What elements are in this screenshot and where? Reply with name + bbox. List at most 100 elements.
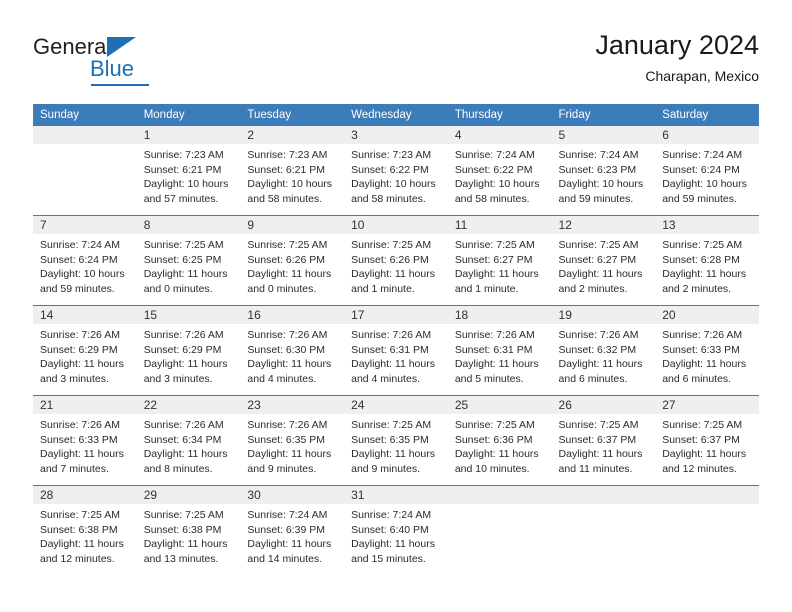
day-number: 31: [344, 486, 448, 504]
weekday-header-monday: Monday: [136, 104, 241, 126]
daylight-text: Daylight: 11 hours and 2 minutes.: [662, 268, 747, 295]
calendar-day-cell[interactable]: 3 Sunrise: 7:23 AM Sunset: 6:22 PM Daylight…: [344, 126, 448, 215]
sunrise-text: Sunrise: 7:24 AM: [662, 149, 743, 161]
calendar-day-cell[interactable]: 26 Sunrise: 7:25 AM Sunset: 6:37 PM Dayligh…: [551, 396, 656, 485]
calendar-day-cell[interactable]: 10 Sunrise: 7:25 AM Sunset: 6:26 PM Dayligh…: [344, 216, 448, 305]
day-number: 28: [33, 486, 137, 504]
day-number: 15: [136, 306, 241, 324]
sunset-text: Sunset: 6:35 PM: [247, 433, 326, 446]
logo-text-blue: Blue: [90, 56, 135, 81]
calendar-cell: 22 Sunrise: 7:26 AM Sunset: 6:34 PM Dayligh…: [136, 395, 241, 486]
daylight-text: Daylight: 11 hours and 0 minutes.: [247, 268, 332, 295]
daylight-text: Daylight: 11 hours and 5 minutes.: [454, 358, 539, 385]
calendar-cell: 21 Sunrise: 7:26 AM Sunset: 6:33 PM Dayligh…: [33, 395, 137, 486]
calendar-day-cell[interactable]: 15 Sunrise: 7:26 AM Sunset: 6:29 PM Dayligh…: [136, 306, 241, 395]
day-number: 10: [344, 216, 448, 234]
sunrise-text: Sunrise: 7:24 AM: [247, 509, 328, 521]
calendar-day-cell[interactable]: 4 Sunrise: 7:24 AM Sunset: 6:22 PM Daylight…: [447, 126, 552, 215]
page-header: General Blue January 2024 Charapan, Mexi…: [33, 28, 759, 96]
calendar-day-cell[interactable]: 7 Sunrise: 7:24 AM Sunset: 6:24 PM Daylight…: [33, 216, 137, 305]
sunset-text: Sunset: 6:29 PM: [40, 343, 118, 356]
day-number: 22: [136, 396, 241, 414]
page-subtitle: Charapan, Mexico: [645, 68, 759, 84]
calendar-day-cell[interactable]: 18 Sunrise: 7:26 AM Sunset: 6:31 PM Dayligh…: [447, 306, 552, 395]
calendar-day-cell[interactable]: 13 Sunrise: 7:25 AM Sunset: 6:28 PM Dayligh…: [655, 216, 759, 305]
sunset-text: Sunset: 6:26 PM: [247, 253, 326, 266]
sunrise-text: Sunrise: 7:25 AM: [662, 239, 743, 251]
calendar-day-cell[interactable]: 1 Sunrise: 7:23 AM Sunset: 6:21 PM Daylight…: [136, 126, 241, 215]
calendar-day-cell[interactable]: 9 Sunrise: 7:25 AM Sunset: 6:26 PM Daylight…: [240, 216, 345, 305]
day-number: 17: [344, 306, 448, 324]
day-info: Sunrise: 7:25 AM Sunset: 6:37 PM Daylight:…: [552, 414, 656, 476]
sunrise-text: Sunrise: 7:26 AM: [247, 329, 328, 341]
day-info: Sunrise: 7:26 AM Sunset: 6:29 PM Daylight:…: [137, 324, 241, 386]
sunrise-text: Sunrise: 7:26 AM: [351, 329, 432, 341]
calendar-day-cell[interactable]: 24 Sunrise: 7:25 AM Sunset: 6:35 PM Dayligh…: [344, 396, 448, 485]
calendar-day-cell[interactable]: 11 Sunrise: 7:25 AM Sunset: 6:27 PM Dayligh…: [447, 216, 552, 305]
sunrise-text: Sunrise: 7:24 AM: [558, 149, 639, 161]
sunset-text: Sunset: 6:37 PM: [662, 433, 740, 446]
calendar-day-cell[interactable]: 30 Sunrise: 7:24 AM Sunset: 6:39 PM Dayligh…: [240, 486, 345, 575]
day-info: Sunrise: 7:25 AM Sunset: 6:36 PM Daylight:…: [448, 414, 552, 476]
calendar-day-cell[interactable]: 31 Sunrise: 7:24 AM Sunset: 6:40 PM Dayligh…: [344, 486, 448, 575]
general-blue-logo[interactable]: General Blue: [33, 34, 203, 90]
daylight-text: Daylight: 11 hours and 4 minutes.: [351, 358, 435, 385]
page-title: January 2024: [595, 30, 759, 60]
calendar-day-cell[interactable]: 22 Sunrise: 7:26 AM Sunset: 6:34 PM Dayligh…: [136, 396, 241, 485]
calendar-day-cell[interactable]: 6 Sunrise: 7:24 AM Sunset: 6:24 PM Daylight…: [655, 126, 759, 215]
day-info: Sunrise: 7:26 AM Sunset: 6:31 PM Daylight:…: [344, 324, 448, 386]
calendar-day-cell-empty: [447, 486, 552, 575]
calendar-day-cell[interactable]: 16 Sunrise: 7:26 AM Sunset: 6:30 PM Dayligh…: [240, 306, 345, 395]
sunrise-text: Sunrise: 7:25 AM: [40, 509, 120, 521]
calendar-day-cell[interactable]: 23 Sunrise: 7:26 AM Sunset: 6:35 PM Dayligh…: [240, 396, 345, 485]
sunset-text: Sunset: 6:37 PM: [558, 433, 637, 446]
calendar-day-cell[interactable]: 20 Sunrise: 7:26 AM Sunset: 6:33 PM Dayligh…: [655, 306, 759, 395]
calendar-cell: 16 Sunrise: 7:26 AM Sunset: 6:30 PM Dayligh…: [240, 305, 345, 396]
calendar-cell: 17 Sunrise: 7:26 AM Sunset: 6:31 PM Dayligh…: [344, 305, 448, 396]
calendar-cell: [33, 126, 137, 216]
calendar-day-cell[interactable]: 28 Sunrise: 7:25 AM Sunset: 6:38 PM Dayligh…: [33, 486, 137, 575]
calendar-cell: 20 Sunrise: 7:26 AM Sunset: 6:33 PM Dayligh…: [655, 305, 759, 396]
sunrise-text: Sunrise: 7:24 AM: [40, 239, 120, 251]
calendar-day-cell[interactable]: 8 Sunrise: 7:25 AM Sunset: 6:25 PM Daylight…: [136, 216, 241, 305]
sunrise-text: Sunrise: 7:25 AM: [247, 239, 328, 251]
daylight-text: Daylight: 11 hours and 1 minute.: [351, 268, 435, 295]
calendar-day-cell[interactable]: 29 Sunrise: 7:25 AM Sunset: 6:38 PM Dayligh…: [136, 486, 241, 575]
calendar-cell: 29 Sunrise: 7:25 AM Sunset: 6:38 PM Dayligh…: [136, 485, 241, 575]
calendar-day-cell[interactable]: 19 Sunrise: 7:26 AM Sunset: 6:32 PM Dayligh…: [551, 306, 656, 395]
sunset-text: Sunset: 6:34 PM: [143, 433, 222, 446]
calendar-day-cell[interactable]: 21 Sunrise: 7:26 AM Sunset: 6:33 PM Dayligh…: [33, 396, 137, 485]
sunrise-text: Sunrise: 7:26 AM: [558, 329, 639, 341]
daylight-text: Daylight: 11 hours and 7 minutes.: [40, 448, 124, 475]
calendar-day-cell[interactable]: 12 Sunrise: 7:25 AM Sunset: 6:27 PM Dayligh…: [551, 216, 656, 305]
day-info: Sunrise: 7:23 AM Sunset: 6:21 PM Daylight:…: [137, 144, 241, 206]
calendar-day-cell[interactable]: 5 Sunrise: 7:24 AM Sunset: 6:23 PM Daylight…: [551, 126, 656, 215]
calendar-day-cell[interactable]: 27 Sunrise: 7:25 AM Sunset: 6:37 PM Dayligh…: [655, 396, 759, 485]
sunset-text: Sunset: 6:27 PM: [454, 253, 533, 266]
calendar-day-cell[interactable]: 14 Sunrise: 7:26 AM Sunset: 6:29 PM Dayligh…: [33, 306, 137, 395]
day-number: 24: [344, 396, 448, 414]
day-info: Sunrise: 7:24 AM Sunset: 6:40 PM Daylight:…: [344, 504, 448, 566]
calendar-cell: 2 Sunrise: 7:23 AM Sunset: 6:21 PM Daylight…: [240, 126, 345, 216]
daylight-text: Daylight: 10 hours and 58 minutes.: [247, 178, 333, 205]
day-info: Sunrise: 7:25 AM Sunset: 6:28 PM Daylight:…: [655, 234, 759, 296]
calendar-table: Sunday Monday Tuesday Wednesday Thursday…: [33, 104, 759, 575]
calendar-day-cell[interactable]: 17 Sunrise: 7:26 AM Sunset: 6:31 PM Dayligh…: [344, 306, 448, 395]
sunrise-text: Sunrise: 7:25 AM: [351, 239, 432, 251]
day-info: Sunrise: 7:26 AM Sunset: 6:34 PM Daylight:…: [137, 414, 241, 476]
day-number: 9: [240, 216, 345, 234]
day-info: Sunrise: 7:26 AM Sunset: 6:33 PM Daylight:…: [655, 324, 759, 386]
calendar-day-cell[interactable]: 2 Sunrise: 7:23 AM Sunset: 6:21 PM Daylight…: [240, 126, 345, 215]
calendar-header-row-group: Sunday Monday Tuesday Wednesday Thursday…: [33, 104, 759, 126]
day-number: 23: [240, 396, 345, 414]
daylight-text: Daylight: 11 hours and 2 minutes.: [558, 268, 643, 295]
sunset-text: Sunset: 6:22 PM: [351, 163, 429, 176]
calendar-cell: 5 Sunrise: 7:24 AM Sunset: 6:23 PM Daylight…: [551, 126, 656, 216]
daylight-text: Daylight: 11 hours and 13 minutes.: [143, 538, 228, 565]
sunrise-text: Sunrise: 7:25 AM: [558, 239, 639, 251]
sunset-text: Sunset: 6:24 PM: [662, 163, 740, 176]
sunrise-text: Sunrise: 7:25 AM: [143, 509, 224, 521]
calendar-day-cell[interactable]: 25 Sunrise: 7:25 AM Sunset: 6:36 PM Dayligh…: [447, 396, 552, 485]
calendar-cell: [447, 485, 552, 575]
sunrise-text: Sunrise: 7:24 AM: [351, 509, 432, 521]
